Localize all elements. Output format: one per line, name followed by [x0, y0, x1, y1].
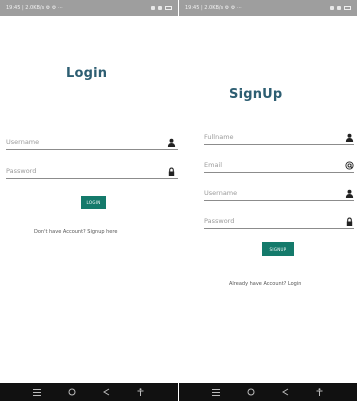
status-icons — [151, 6, 172, 10]
status-time: 19:45 | 2.0KB/s ⚙ ⚙ ⋯ — [6, 5, 63, 11]
menu-icon[interactable] — [212, 388, 221, 397]
page-title: SignUp — [229, 87, 283, 102]
username-field[interactable]: Username — [204, 185, 354, 201]
battery-icon — [165, 6, 172, 10]
battery-icon — [344, 6, 351, 10]
username-label: Username — [204, 189, 238, 197]
status-bar: 19:45 | 2.0KB/s ⚙ ⚙ ⋯ — [179, 0, 357, 16]
back-icon[interactable] — [281, 388, 290, 397]
email-field[interactable]: Email — [204, 157, 354, 173]
signup-button[interactable]: SIGNUP — [262, 242, 294, 256]
status-icons — [330, 6, 351, 10]
signal-icon — [337, 6, 341, 10]
page-title: Login — [66, 66, 108, 81]
home-icon[interactable] — [246, 388, 255, 397]
status-time: 19:45 | 2.0KB/s ⚙ ⚙ ⋯ — [185, 5, 242, 11]
wifi-icon — [330, 6, 334, 10]
login-link[interactable]: Already have Account? Login — [229, 281, 301, 287]
menu-icon[interactable] — [33, 388, 42, 397]
accessibility-icon[interactable] — [315, 388, 324, 397]
login-button[interactable]: LOGIN — [81, 196, 106, 209]
password-label: Password — [6, 167, 37, 175]
signal-icon — [158, 6, 162, 10]
person-icon — [345, 133, 354, 142]
signup-link[interactable]: Don't have Account? Signup here — [34, 229, 117, 235]
accessibility-icon[interactable] — [136, 388, 145, 397]
username-field[interactable]: Username — [6, 134, 178, 150]
fullname-field[interactable]: Fullname — [204, 129, 354, 145]
email-label: Email — [204, 161, 223, 169]
lock-icon — [168, 167, 175, 176]
login-screen: 19:45 | 2.0KB/s ⚙ ⚙ ⋯ Login Username Pas… — [0, 0, 178, 401]
back-icon[interactable] — [102, 388, 111, 397]
status-bar: 19:45 | 2.0KB/s ⚙ ⚙ ⋯ — [0, 0, 178, 16]
signup-screen: 19:45 | 2.0KB/s ⚙ ⚙ ⋯ SignUp Fullname Em… — [179, 0, 357, 401]
person-icon — [167, 138, 176, 147]
person-icon — [345, 189, 354, 198]
password-label: Password — [204, 217, 235, 225]
navigation-bar — [0, 383, 178, 401]
lock-icon — [346, 217, 353, 226]
at-icon — [345, 161, 354, 170]
navigation-bar — [179, 383, 357, 401]
wifi-icon — [151, 6, 155, 10]
password-field[interactable]: Password — [204, 213, 354, 229]
fullname-label: Fullname — [204, 133, 234, 141]
password-field[interactable]: Password — [6, 163, 178, 179]
home-icon[interactable] — [67, 388, 76, 397]
username-label: Username — [6, 138, 40, 146]
